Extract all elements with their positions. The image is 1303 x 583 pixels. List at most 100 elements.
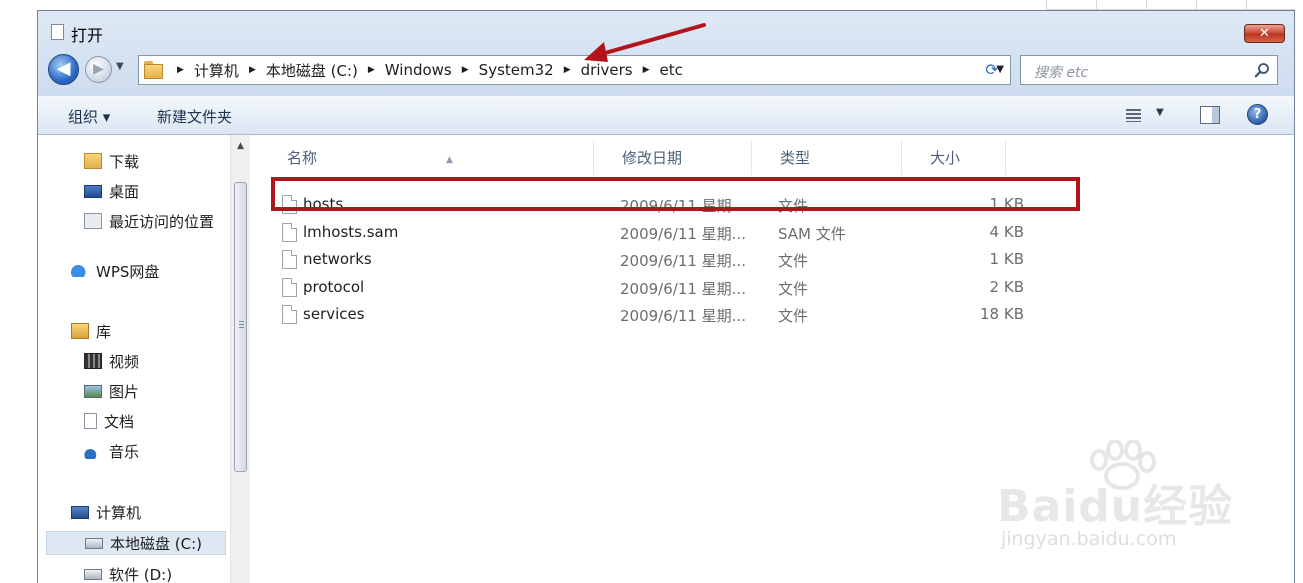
sidebar-item[interactable]: 库	[71, 319, 111, 343]
background-left	[0, 0, 37, 583]
organize-button[interactable]: 组织 ▾	[68, 106, 110, 127]
forward-button[interactable]: ▶	[85, 56, 112, 83]
chevron-down-icon: ▼	[1156, 107, 1164, 118]
recent-locations-dropdown[interactable]: ▼	[116, 61, 124, 72]
file-icon	[282, 250, 297, 270]
command-bar: 组织 ▾ 新建文件夹 ▼ ?	[38, 96, 1294, 135]
drive-icon	[84, 568, 102, 580]
column-header-size[interactable]: 大小	[902, 141, 1006, 175]
sidebar-item[interactable]: 软件 (D:)	[84, 562, 172, 583]
sidebar-item[interactable]: 下载	[84, 149, 139, 173]
navigation-pane: 下载桌面最近访问的位置 WPS网盘库视频图片文档音乐计算机本地磁盘 (C:) 软件 …	[38, 135, 250, 583]
help-button[interactable]: ?	[1247, 104, 1268, 125]
window-icon	[51, 24, 64, 40]
column-header-label: 名称	[287, 149, 318, 167]
sidebar-item-label: 本地磁盘 (C:)	[110, 534, 202, 553]
file-size: 4 KB	[989, 222, 1024, 241]
background-toolbar-strip	[1046, 0, 1296, 10]
file-date: 2009/6/11 星期...	[620, 279, 746, 298]
breadcrumb-item[interactable]: 本地磁盘 (C:)	[266, 60, 358, 81]
sidebar-item[interactable]: 文档	[84, 409, 134, 433]
breadcrumb-separator-icon[interactable]: ▶	[177, 65, 184, 75]
search-icon[interactable]	[1254, 62, 1270, 78]
file-size: 18 KB	[980, 305, 1024, 324]
file-type: SAM 文件	[778, 224, 846, 243]
breadcrumb-separator-icon[interactable]: ▶	[462, 65, 469, 75]
search-placeholder: 搜索 etc	[1034, 65, 1089, 81]
file-date: 2009/6/11 星期...	[620, 252, 746, 271]
sidebar-item-label: 桌面	[109, 182, 140, 201]
file-name: protocol	[303, 277, 365, 296]
file-date: 2009/6/11 星期...	[620, 224, 746, 243]
breadcrumb-separator-icon[interactable]: ▶	[249, 65, 256, 75]
column-header-label: 修改日期	[622, 149, 683, 167]
sidebar-item-label: 音乐	[109, 442, 140, 461]
file-name: networks	[303, 250, 372, 269]
sidebar-item[interactable]: 桌面	[84, 179, 139, 203]
column-header-date[interactable]: 修改日期	[594, 141, 752, 175]
sidebar-item[interactable]: 视频	[84, 349, 139, 373]
sidebar-item-label: WPS网盘	[96, 262, 160, 281]
recent-places-icon	[84, 213, 102, 229]
column-header-type[interactable]: 类型	[752, 141, 902, 175]
refresh-button[interactable]: ⟳	[977, 57, 1007, 83]
column-header-name[interactable]: 名称 ▲	[259, 141, 594, 175]
sidebar-item-label: 文档	[104, 412, 135, 431]
file-type: 文件	[778, 279, 809, 298]
file-name: lmhosts.sam	[303, 222, 399, 241]
baidu-watermark: Baidu经验 jingyan.baidu.com	[997, 440, 1237, 555]
sidebar-item-label: 视频	[109, 352, 140, 371]
desktop-icon	[84, 184, 102, 198]
scroll-thumb[interactable]	[234, 182, 247, 472]
back-button[interactable]: ◀	[48, 54, 79, 85]
breadcrumb-item[interactable]: Windows	[385, 61, 452, 79]
file-type: 文件	[778, 307, 809, 326]
file-icon	[282, 277, 297, 297]
breadcrumb-item[interactable]: System32	[479, 61, 554, 79]
file-type: 文件	[778, 252, 809, 271]
change-view-button[interactable]: ▼	[1126, 106, 1170, 126]
table-row[interactable]: lmhosts.sam 2009/6/11 星期... SAM 文件 4 KB	[278, 219, 1048, 246]
breadcrumb-item[interactable]: 计算机	[194, 60, 239, 81]
file-icon	[282, 222, 297, 242]
sidebar-item[interactable]: 音乐	[84, 439, 139, 463]
window-title: 打开	[71, 26, 104, 45]
file-size: 2 KB	[989, 277, 1024, 296]
background-right	[1295, 0, 1303, 583]
file-date: 2009/6/11 星期...	[620, 307, 746, 326]
close-button[interactable]: ✕	[1244, 24, 1285, 43]
sidebar-item[interactable]: WPS网盘	[71, 259, 159, 283]
table-row[interactable]: protocol 2009/6/11 星期... 文件 2 KB	[278, 274, 1048, 301]
breadcrumb-separator-icon[interactable]: ▶	[368, 65, 375, 75]
music-icon	[84, 443, 102, 459]
sidebar-item[interactable]: 图片	[84, 379, 139, 403]
download-folder-icon	[84, 153, 102, 169]
watermark-brand: Baidu经验	[997, 481, 1234, 532]
sidebar-item-label: 下载	[109, 152, 140, 171]
view-details-icon	[1126, 109, 1141, 122]
column-header-label: 类型	[780, 149, 811, 167]
sidebar-item-label: 图片	[109, 382, 140, 401]
sort-ascending-icon: ▲	[446, 155, 453, 165]
scroll-up-icon[interactable]: ▲	[231, 141, 250, 151]
sidebar-item-label: 最近访问的位置	[109, 212, 215, 231]
sidebar-item[interactable]: 最近访问的位置	[84, 209, 214, 233]
folder-icon	[144, 61, 163, 79]
video-icon	[84, 353, 102, 369]
table-row[interactable]: networks 2009/6/11 星期... 文件 1 KB	[278, 246, 1048, 273]
picture-icon	[84, 384, 102, 398]
file-size: 1 KB	[989, 250, 1024, 269]
cloud-icon	[71, 265, 89, 277]
sidebar-item-label: 库	[96, 322, 112, 341]
table-row[interactable]: services 2009/6/11 星期... 文件 18 KB	[278, 301, 1048, 328]
new-folder-button[interactable]: 新建文件夹	[157, 106, 232, 127]
sidebar-item[interactable]: 本地磁盘 (C:)	[46, 531, 226, 555]
preview-pane-button[interactable]	[1200, 106, 1220, 124]
nav-scrollbar[interactable]: ▲	[230, 135, 250, 583]
sidebar-item[interactable]: 计算机	[71, 500, 141, 524]
sidebar-item-label: 计算机	[96, 503, 142, 522]
highlight-annotation	[271, 177, 1080, 211]
computer-icon	[71, 505, 89, 519]
column-header-label: 大小	[930, 149, 961, 167]
search-input[interactable]: 搜索 etc	[1020, 55, 1278, 85]
